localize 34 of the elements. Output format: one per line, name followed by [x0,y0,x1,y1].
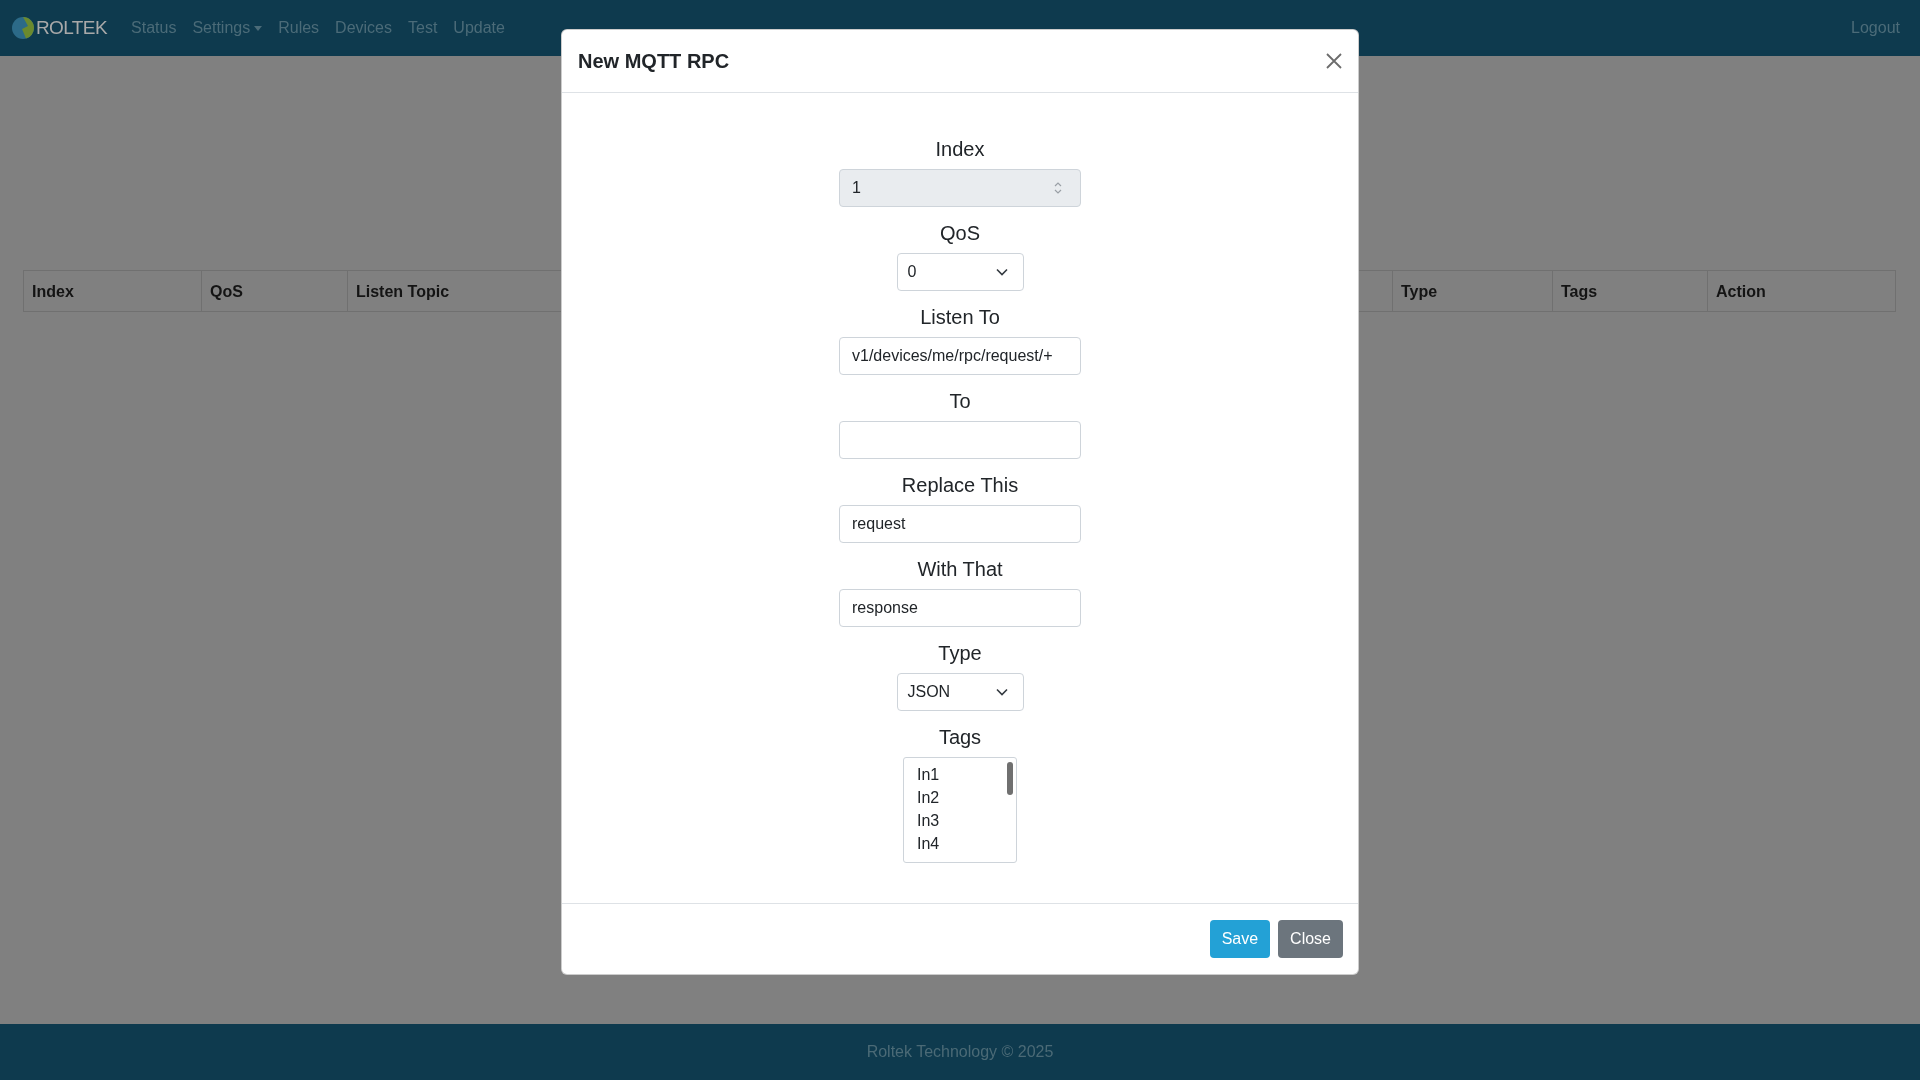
modal-title: New MQTT RPC [578,49,730,73]
select-field[interactable]: 0 [896,253,1024,291]
chevron-down-icon [995,268,1008,276]
list-option[interactable]: In3 [904,809,1016,832]
brand-name[interactable]: ROLTEK [36,17,107,39]
copyright-text: Roltek Technology © 2025 [866,1043,1054,1061]
close-button[interactable]: Close [1278,920,1343,958]
select-field[interactable]: JSON [896,673,1024,711]
field-label: To [949,389,971,413]
field-label: With That [917,557,1003,581]
field-label: Type [938,641,982,665]
text-field[interactable]: response [839,589,1081,627]
list-option[interactable]: In2 [904,786,1016,809]
column-header: Tags [1552,270,1708,312]
field-label: Replace This [901,473,1019,497]
scrollbar-thumb[interactable] [1007,762,1013,795]
field-label: Tags [938,725,982,749]
close-icon [1326,53,1342,69]
column-header: Action [1707,270,1896,312]
text-field[interactable]: v1/devices/me/rpc/request/+ [839,337,1081,375]
close-button[interactable] [1326,53,1342,69]
list-option[interactable]: In1 [904,763,1016,786]
field-label: Index [935,137,985,161]
column-header: Type [1392,270,1553,312]
tags-listbox[interactable]: In1 In2 In3 In4 [903,757,1017,863]
caret-icon [254,25,263,31]
text-field[interactable] [839,421,1081,459]
column-header: QoS [201,270,348,312]
field-label: QoS [940,221,980,245]
column-header: Index [23,270,202,312]
text-field[interactable]: request [839,505,1081,543]
list-option[interactable]: In4 [904,832,1016,855]
chevron-down-icon [995,688,1008,696]
logo-icon[interactable] [12,17,34,39]
